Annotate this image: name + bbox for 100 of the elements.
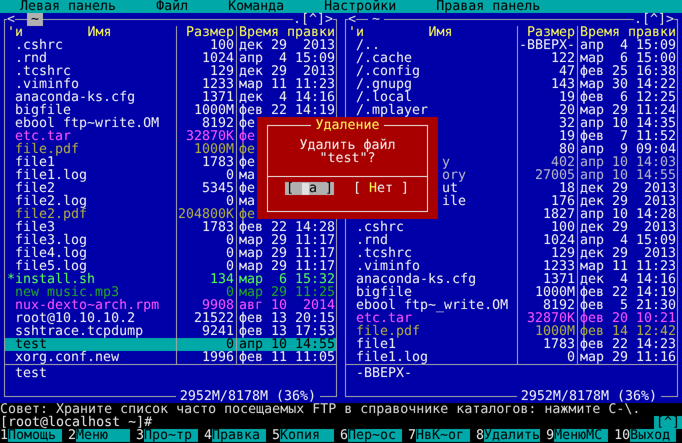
file-date: мар 30 14:22 — [577, 78, 677, 91]
menu-item[interactable]: Команда — [228, 0, 284, 13]
file-size: -ВВЕРХ- — [517, 39, 577, 52]
file-date: авг 10 2014 — [236, 299, 336, 312]
file-name: ile — [442, 195, 466, 208]
file-size: 8192 — [176, 117, 236, 130]
file-row[interactable]: test 0 апр 10 14:55 — [5, 338, 336, 351]
file-row[interactable]: /.mplayer 20 мар 29 11:24 — [346, 104, 677, 117]
file-row[interactable]: 1827 апр 10 14:28 — [346, 208, 677, 221]
file-row[interactable]: etc.tar 32870K фев 20 10:21 — [346, 312, 677, 325]
panel-controls[interactable]: .[^]> — [292, 13, 333, 26]
file-name: /.mplayer — [356, 104, 428, 117]
file-name: file3.log — [15, 234, 88, 247]
file-date: фев 25 16:38 — [577, 65, 677, 78]
file-row[interactable]: file3.log 0 мар 29 11:17 — [5, 234, 336, 247]
file-date: дек 29 2013 — [577, 195, 677, 208]
file-row[interactable]: .cshrc 100 дек 29 2013 — [5, 39, 336, 52]
file-row[interactable]: /.local 19 фев 6 12:25 — [346, 91, 677, 104]
file-size: 122 — [517, 52, 577, 65]
file-date: апр 10 14:55 — [577, 169, 677, 182]
file-size: 21522 — [176, 312, 236, 325]
file-row[interactable]: .rnd 1024 апр 4 15:09 — [5, 52, 336, 65]
file-row[interactable]: root@10.10.10.2 21522 фев 13 20:15 — [5, 312, 336, 325]
file-date: мар 6 15:32 — [236, 273, 336, 286]
file-date: апр 10 14:28 — [577, 208, 677, 221]
file-size: 129 — [176, 65, 236, 78]
file-size: 1000M — [176, 104, 236, 117]
file-size: 1024 — [176, 52, 236, 65]
file-row[interactable]: new music.mp3 0 мар 29 11:25 — [5, 286, 336, 299]
file-size: 0 — [176, 286, 236, 299]
file-row[interactable]: .tcshrc 129 дек 29 2013 — [5, 65, 336, 78]
file-date: фев 5 21:30 — [577, 299, 677, 312]
file-name: .rnd — [15, 52, 48, 65]
column-header: Размер — [176, 26, 236, 39]
file-row[interactable]: nux-dexto~arch.rpm 9908 авг 10 2014 — [5, 299, 336, 312]
file-date: дек 29 2013 — [236, 39, 336, 52]
file-name: new music.mp3 — [15, 286, 120, 299]
file-name: file2.pdf — [15, 208, 88, 221]
dialog-button[interactable]: [ а ] — [284, 182, 334, 195]
shell-prompt: [root@localhost ~]# — [0, 416, 152, 429]
file-size: 1024 — [517, 234, 577, 247]
file-name: bigfile — [15, 104, 72, 117]
file-row[interactable]: file1 1783 фев 22 14:23 — [346, 338, 677, 351]
file-size: 1371 — [176, 91, 236, 104]
file-date: дек 29 2013 — [577, 182, 677, 195]
menu-item[interactable]: Правая панель — [436, 0, 540, 13]
dialog-button[interactable]: [ Нет ] — [352, 182, 410, 195]
file-size: 19 — [517, 130, 577, 143]
file-name: file4.log — [15, 247, 88, 260]
file-size: 1827 — [517, 208, 577, 221]
file-row[interactable]: /.. -ВВЕРХ- апр 4 15:09 — [346, 39, 677, 52]
column-header: Время правки — [577, 26, 677, 39]
file-size: 1000M — [176, 143, 236, 156]
file-date: фев 22 14:28 — [236, 221, 336, 234]
file-row[interactable]: ebool ftp~_write.OM 8192 фев 5 21:30 — [346, 299, 677, 312]
file-row[interactable]: anaconda-ks.cfg 1371 дек 4 14:16 — [346, 273, 677, 286]
file-row[interactable]: *install.sh 134 мар 6 15:32 — [5, 273, 336, 286]
mini-status: test — [15, 366, 48, 381]
file-date: мар 11 11:23 — [236, 78, 336, 91]
file-date: апр 4 15:09 — [577, 234, 677, 247]
file-row[interactable]: bigfile 1000M фев 22 14:19 — [346, 286, 677, 299]
file-row[interactable]: ory 27005 апр 10 14:55 — [346, 169, 677, 182]
panel-controls[interactable]: .[^]> — [634, 13, 674, 26]
file-size: 0 — [176, 338, 236, 351]
file-row[interactable]: .viminfo 1233 мар 11 11:23 — [5, 78, 336, 91]
file-row[interactable]: /.gnupg 143 мар 30 14:22 — [346, 78, 677, 91]
file-name: .cshrc — [356, 221, 404, 234]
file-name: file5.log — [15, 260, 88, 273]
hotlist-button[interactable]: [^] — [654, 416, 682, 429]
file-name: anaconda-ks.cfg — [15, 91, 136, 104]
file-date: мар 29 11:16 — [577, 351, 677, 364]
file-row[interactable]: .cshrc 100 дек 29 2013 — [346, 221, 677, 234]
file-size: 20 — [517, 104, 577, 117]
file-size: 204800K — [176, 208, 236, 221]
file-date: мар 6 15:00 — [577, 52, 677, 65]
file-date: мар 29 11:17 — [236, 234, 336, 247]
file-row[interactable]: /.cache 122 мар 6 15:00 — [346, 52, 677, 65]
menu-item[interactable]: Левая панель — [20, 0, 116, 13]
file-size: 1783 — [176, 221, 236, 234]
file-name: file.pdf — [15, 143, 80, 156]
file-row[interactable]: .viminfo 1233 мар 11 11:23 — [346, 260, 677, 273]
file-row[interactable]: file1.log 0 мар 29 11:16 — [346, 351, 677, 364]
file-name: file.pdf — [356, 325, 420, 338]
file-row[interactable]: .rnd 1024 апр 4 15:09 — [346, 234, 677, 247]
file-row[interactable]: file.pdf 1000M фев 14 12:42 — [346, 325, 677, 338]
file-date: апр 9 09:04 — [577, 143, 677, 156]
file-size: 100 — [176, 39, 236, 52]
file-size: 1000M — [517, 325, 577, 338]
file-row[interactable]: file3 1783 фев 22 14:28 — [5, 221, 336, 234]
file-name: xorg.conf.new — [15, 351, 120, 364]
file-row[interactable]: ile 176 дек 29 2013 — [346, 195, 677, 208]
file-size: 0 — [176, 260, 236, 273]
file-date: фев 22 14:19 — [577, 286, 677, 299]
file-row[interactable]: .tcshrc 129 дек 29 2013 — [346, 247, 677, 260]
file-row[interactable]: /.config 47 фев 25 16:38 — [346, 65, 677, 78]
file-row[interactable]: anaconda-ks.cfg 1371 дек 4 14:16 — [5, 91, 336, 104]
file-row[interactable]: file5.log 0 мар 29 11:17 — [5, 260, 336, 273]
file-size: 32 — [517, 117, 577, 130]
file-row[interactable]: xorg.conf.new 1996 фев 11 11:05 — [5, 351, 336, 364]
file-row[interactable]: file4.log 0 мар 29 11:17 — [5, 247, 336, 260]
